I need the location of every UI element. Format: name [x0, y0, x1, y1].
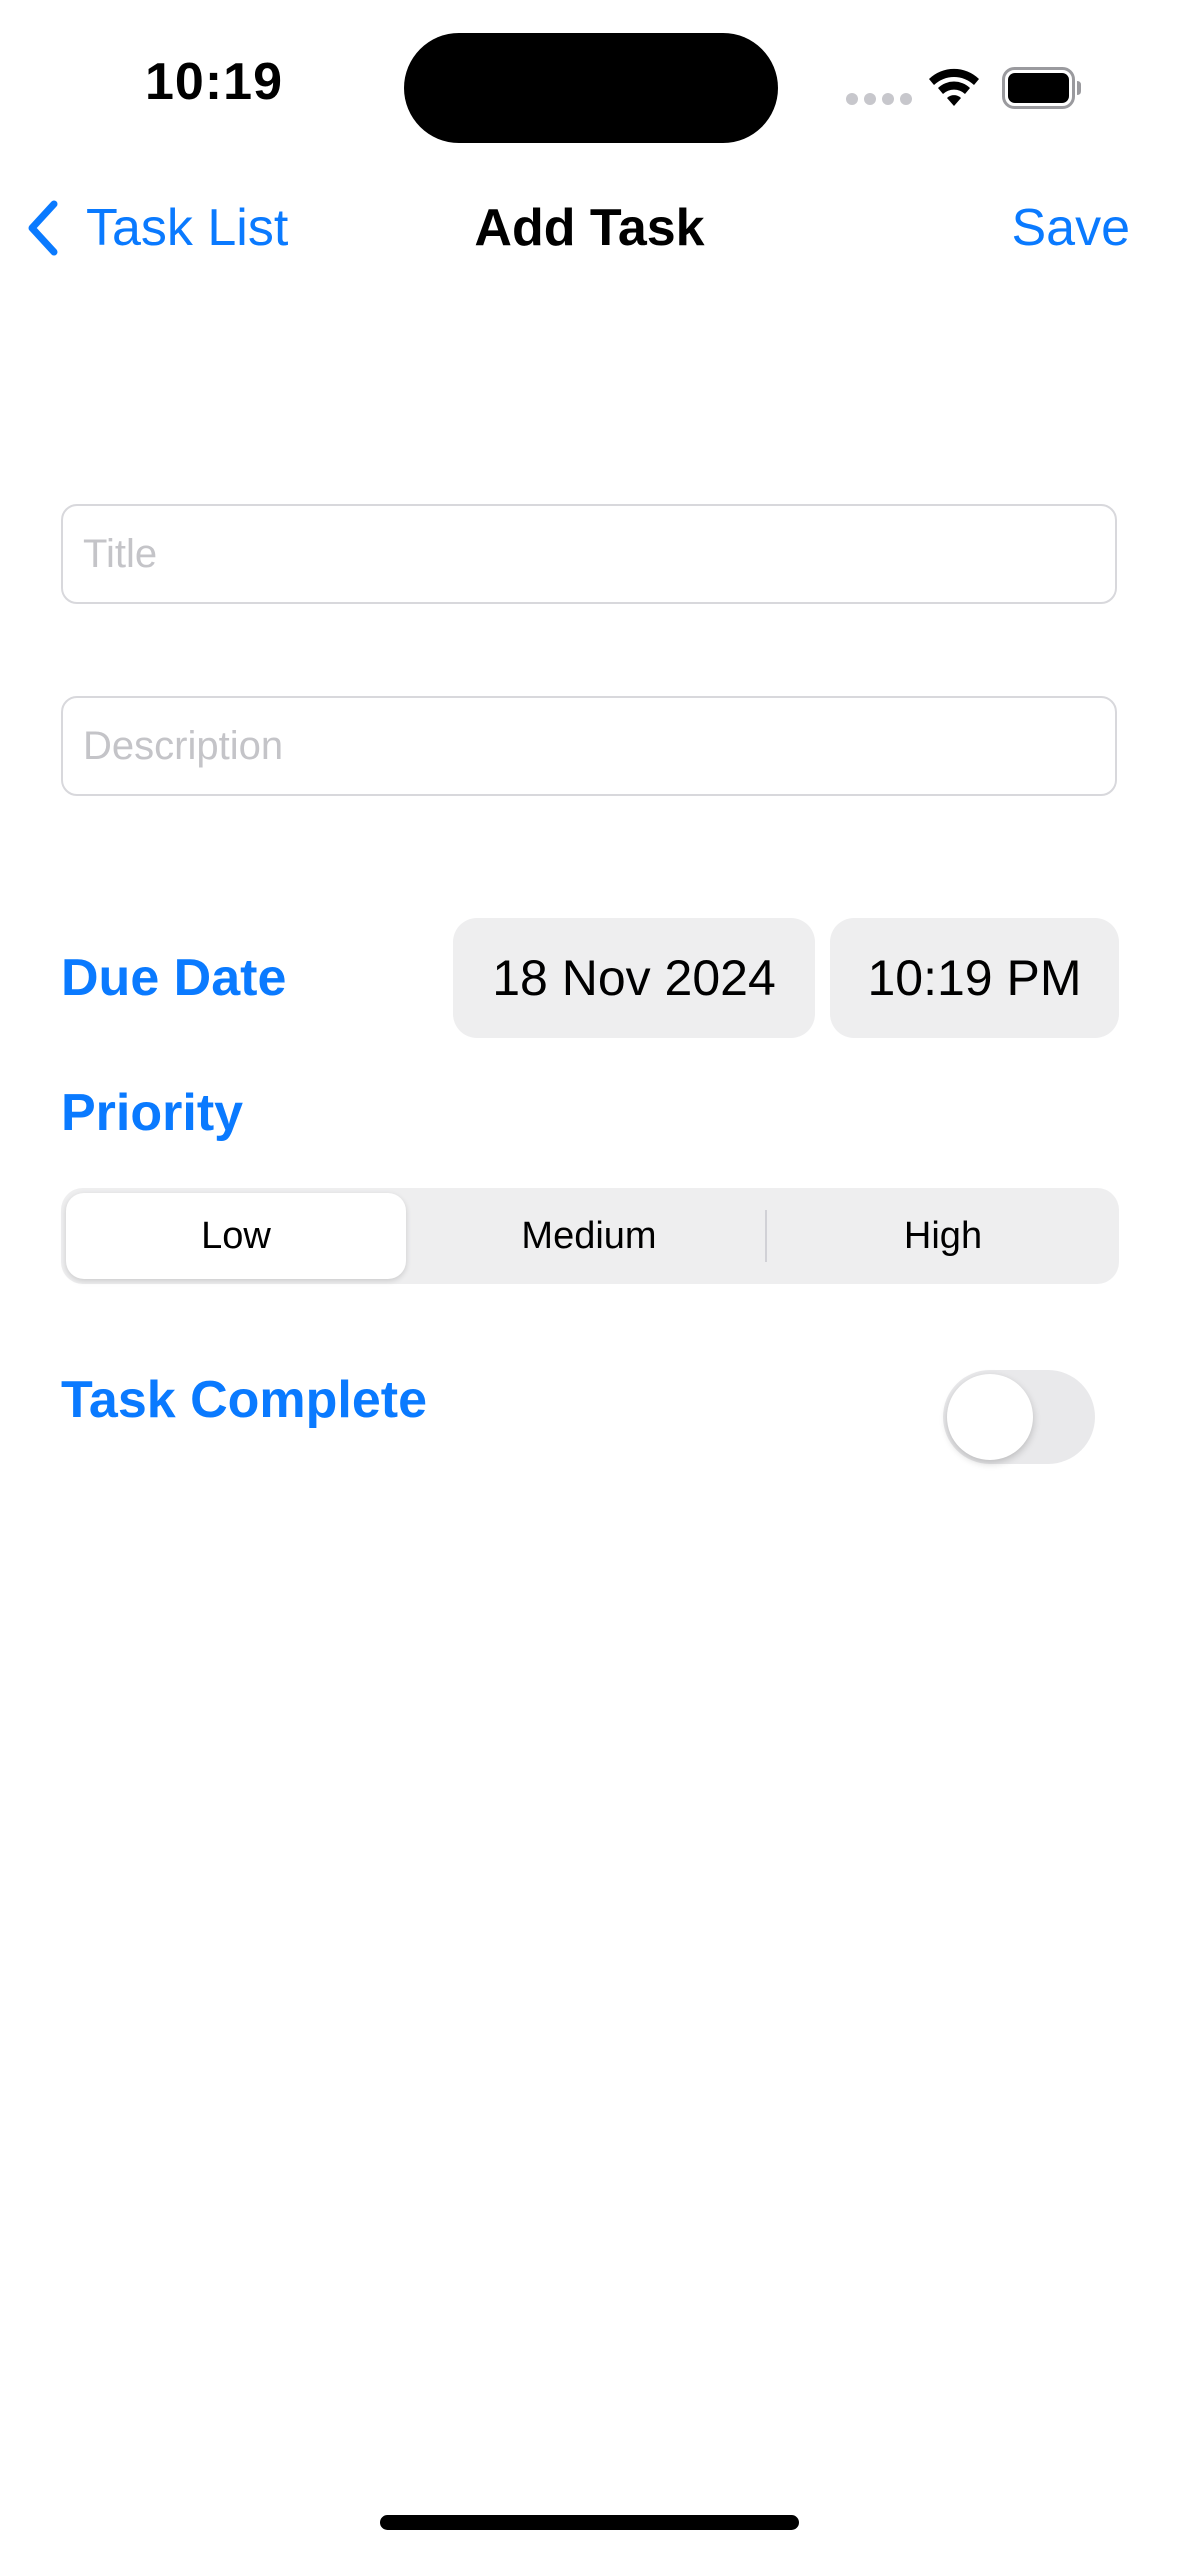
task-complete-toggle[interactable]: [943, 1370, 1095, 1464]
due-time-picker[interactable]: 10:19 PM: [830, 918, 1119, 1038]
home-indicator[interactable]: [380, 2515, 799, 2530]
priority-segment-high[interactable]: High: [767, 1188, 1119, 1284]
priority-label: Priority: [61, 1084, 244, 1142]
due-date-picker[interactable]: 18 Nov 2024: [453, 918, 815, 1038]
wifi-icon: [929, 68, 979, 106]
priority-segmented-control: Low Medium High: [61, 1188, 1119, 1284]
dynamic-island: [404, 33, 778, 143]
toggle-knob: [947, 1374, 1033, 1460]
task-complete-label: Task Complete: [61, 1371, 428, 1429]
due-date-label: Due Date: [61, 949, 287, 1007]
signal-icon: [846, 93, 912, 105]
save-button[interactable]: Save: [1011, 198, 1130, 258]
priority-segment-medium[interactable]: Medium: [413, 1188, 765, 1284]
title-input[interactable]: [61, 504, 1117, 604]
priority-segment-low[interactable]: Low: [66, 1193, 406, 1279]
status-time: 10:19: [145, 53, 283, 111]
battery-icon: [1002, 67, 1081, 109]
page-title: Add Task: [474, 199, 705, 257]
description-input[interactable]: [61, 696, 1117, 796]
add-task-screen: 10:19 Task List Add Task Save Due Date 1…: [0, 0, 1179, 2556]
